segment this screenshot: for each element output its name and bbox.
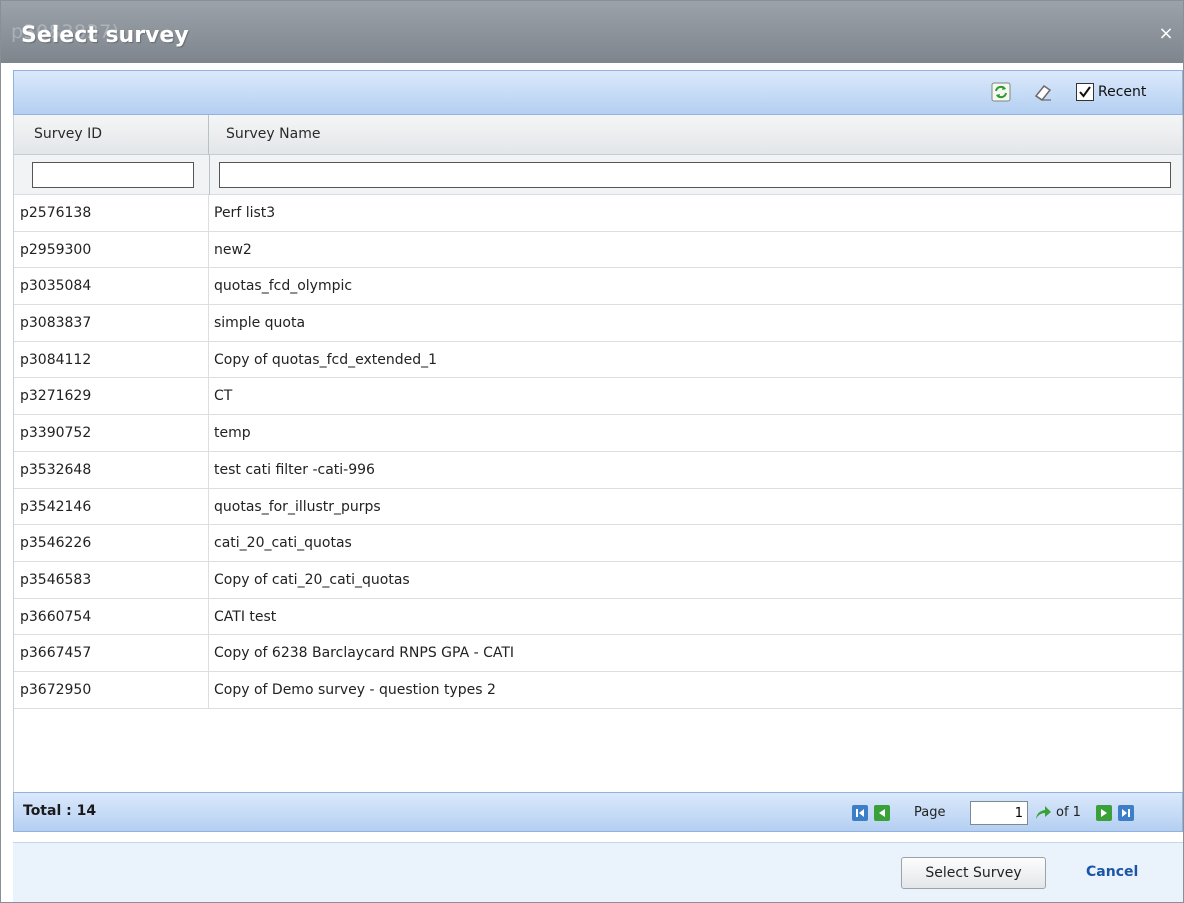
dialog-title: Select survey [21,23,189,48]
survey-name-cell: new2 [214,241,252,258]
total-count: Total : 14 [23,803,97,819]
survey-id-filter-input[interactable] [32,162,194,188]
recent-checkbox[interactable] [1076,83,1094,101]
survey-id-cell: p3667457 [14,635,209,672]
select-survey-dialog: p3083837) Select survey × Recent Survey … [0,0,1184,903]
survey-id-cell: p2576138 [14,195,209,231]
survey-id-cell: p3660754 [14,598,209,635]
recent-toggle[interactable]: Recent [1076,81,1146,103]
eraser-icon[interactable] [1032,81,1054,103]
grid-toolbar: Recent [13,70,1183,115]
survey-name-cell: Copy of cati_20_cati_quotas [214,571,410,588]
recent-label: Recent [1098,84,1147,100]
survey-name-cell: quotas_for_illustr_purps [214,498,381,515]
survey-name-cell: Copy of 6238 Barclaycard RNPS GPA - CATI [214,645,515,662]
table-row[interactable]: p3667457 Copy of 6238 Barclaycard RNPS GP… [14,635,1182,672]
survey-id-cell: p3546583 [14,561,209,598]
survey-id-cell: p3271629 [14,378,209,415]
select-survey-button[interactable]: Select Survey [901,857,1046,889]
survey-name-cell: Perf list3 [214,205,276,221]
survey-name-cell: Copy of Demo survey - question types 2 [214,681,496,698]
survey-id-cell: p3542146 [14,488,209,525]
table-row[interactable]: p3672950 Copy of Demo survey - question t… [14,671,1182,709]
next-page-icon[interactable] [1096,805,1112,821]
table-row[interactable]: p3083837 simple quota [14,305,1182,342]
column-header-survey-name[interactable]: Survey Name [209,115,1184,155]
paging-bar: Total : 14 Page of 1 [13,792,1183,832]
survey-id-cell: p3083837 [14,305,209,342]
filter-row [14,155,1182,195]
filter-divider [209,155,210,195]
survey-name-cell: CT [214,388,233,405]
go-to-page-arrow-icon[interactable] [1033,803,1053,823]
table-row[interactable]: p3546226 cati_20_cati_quotas [14,525,1182,562]
page-count-label: of 1 [1056,805,1081,820]
survey-id-cell: p2959300 [14,231,209,268]
survey-name-cell: temp [214,425,251,442]
survey-id-cell: p3035084 [14,268,209,305]
dialog-titlebar: p3083837) Select survey × [1,1,1183,63]
previous-page-icon[interactable] [874,805,890,821]
table-row[interactable]: p3035084 quotas_fcd_olympic [14,268,1182,306]
column-header-survey-id[interactable]: Survey ID [14,115,209,155]
survey-name-filter-input[interactable] [219,162,1171,188]
survey-name-cell: cati_20_cati_quotas [214,535,352,552]
close-icon[interactable]: × [1157,25,1175,43]
survey-id-cell: p3532648 [14,451,209,488]
survey-name-cell: Copy of quotas_fcd_extended_1 [214,351,438,368]
survey-id-cell: p3390752 [14,415,209,452]
cancel-link[interactable]: Cancel [1086,864,1138,880]
table-row[interactable]: p3542146 quotas_for_illustr_purps [14,488,1182,526]
survey-name-cell: test cati filter -cati-996 [214,461,375,478]
survey-name-cell: simple quota [214,315,306,332]
table-row[interactable]: p3390752 temp [14,415,1182,452]
last-page-icon[interactable] [1118,805,1134,821]
table-row[interactable]: p3546583 Copy of cati_20_cati_quotas [14,561,1182,599]
survey-name-cell: CATI test [214,608,277,625]
table-row[interactable]: p2959300 new2 [14,231,1182,269]
page-number-input[interactable] [970,801,1028,825]
refresh-icon[interactable] [990,81,1012,103]
survey-grid: Survey ID Survey Name p2576138 Perf list3… [13,115,1183,792]
survey-id-cell: p3546226 [14,525,209,562]
survey-id-cell: p3672950 [14,671,209,708]
grid-header: Survey ID Survey Name [14,115,1182,155]
table-row[interactable]: p3660754 CATI test [14,598,1182,636]
table-row[interactable]: p3532648 test cati filter -cati-996 [14,451,1182,489]
grid-rows: p2576138 Perf list3 p2959300 new2 p3035084 qu… [14,195,1182,709]
page-label: Page [914,805,946,820]
dialog-footer: Select Survey Cancel [13,842,1183,902]
survey-id-cell: p3084112 [14,341,209,378]
table-row[interactable]: p2576138 Perf list3 [14,195,1182,232]
table-row[interactable]: p3084112 Copy of quotas_fcd_extended_1 [14,341,1182,379]
first-page-icon[interactable] [852,805,868,821]
table-row[interactable]: p3271629 CT [14,378,1182,416]
survey-name-cell: quotas_fcd_olympic [214,278,353,295]
